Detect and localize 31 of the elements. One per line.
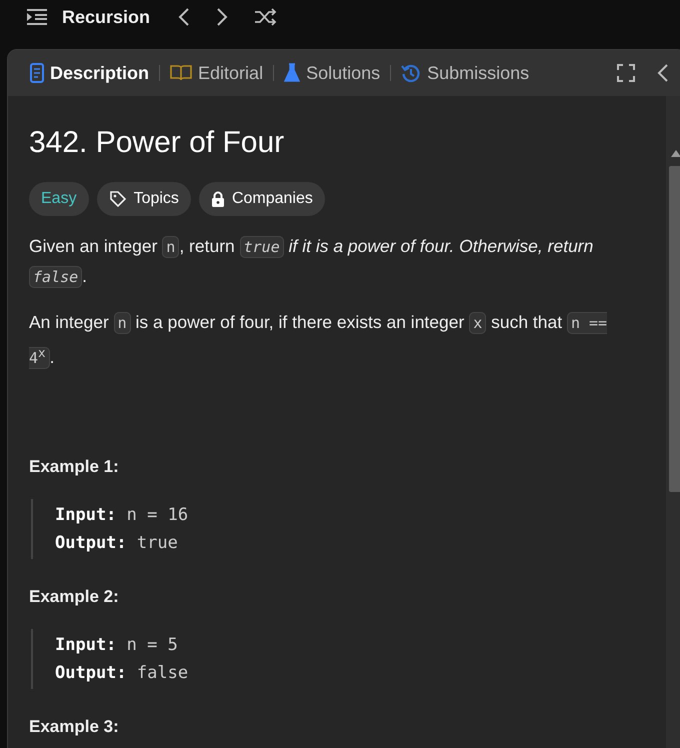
example-block: Input: n = 5 Output: false <box>31 629 614 689</box>
book-icon <box>170 65 192 81</box>
example-heading: Example 2: <box>29 587 120 607</box>
panel-tab[interactable]: Solutions <box>280 62 384 84</box>
panel-tab[interactable]: Description <box>26 62 154 84</box>
previous-icon[interactable] <box>178 7 190 27</box>
history-icon <box>401 63 422 83</box>
topics-button[interactable]: Topics <box>96 182 191 216</box>
document-icon <box>30 63 44 83</box>
tag-icon <box>108 190 127 208</box>
flask-icon <box>284 63 300 83</box>
scroll-up-icon[interactable] <box>671 150 680 157</box>
example-block: Input: n = 16 Output: true <box>31 499 614 559</box>
companies-button[interactable]: Companies <box>198 182 325 216</box>
example-heading: Example 3: <box>29 717 120 737</box>
problem-title: 342. Power of Four <box>29 126 286 160</box>
difficulty-badge[interactable]: Easy <box>29 182 89 216</box>
example-heading: Example 1: <box>29 457 120 477</box>
problem-paragraph: Given an integer n , return true if it is a power of four. Otherwise, return false . <box>29 235 594 290</box>
problem-paragraph: An integer n is a power of four, if there exists an integer x such that n == 4$^{x}$ . <box>29 311 608 371</box>
next-icon[interactable] <box>216 7 228 27</box>
lock-icon <box>210 191 225 207</box>
collapse-icon[interactable] <box>657 63 668 83</box>
scrollbar-thumb[interactable] <box>669 166 680 492</box>
panel-tab[interactable]: Submissions <box>397 62 534 84</box>
shuffle-icon[interactable] <box>254 7 278 27</box>
problem-list-title[interactable]: Recursion <box>62 6 150 28</box>
panel-tab[interactable]: Editorial <box>166 62 268 84</box>
list-icon[interactable] <box>26 8 48 26</box>
fullscreen-icon[interactable] <box>617 64 635 82</box>
scrollbar[interactable] <box>666 96 680 748</box>
